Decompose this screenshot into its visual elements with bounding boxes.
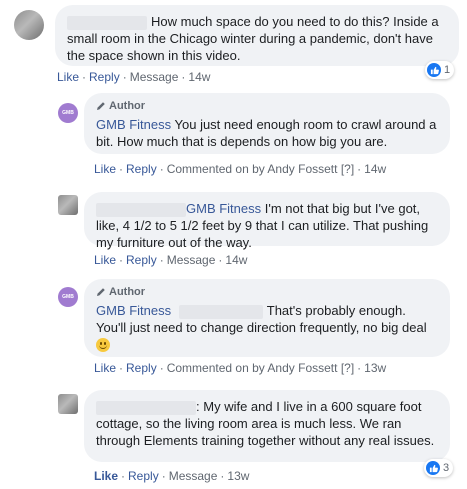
reply-button[interactable]: Reply xyxy=(128,469,159,483)
redacted-name xyxy=(96,202,186,217)
comment-actions: Like · Reply · Message · 13w xyxy=(94,469,250,483)
comment-actions: Like · Reply · Message · 14w xyxy=(94,253,248,267)
reaction-count[interactable]: 1 xyxy=(425,61,455,79)
reply-button[interactable]: Reply xyxy=(126,162,157,176)
thumbs-up-icon xyxy=(427,63,441,77)
redacted-name xyxy=(96,400,196,415)
avatar[interactable]: GMB xyxy=(58,287,78,307)
comment-actions: Like · Reply · Commented on by Andy Fossett … xyxy=(94,361,387,375)
message-link[interactable]: Message xyxy=(130,70,179,84)
timestamp[interactable]: 13w xyxy=(227,469,249,483)
avatar-text: GMB xyxy=(62,110,74,116)
timestamp[interactable]: 13w xyxy=(364,361,386,375)
comment-bubble: GMB Fitness I'm not that big but I've go… xyxy=(84,192,450,250)
comment-text-prefix: : xyxy=(196,399,200,414)
avatar[interactable]: GMB xyxy=(58,103,78,123)
comment-actions: Like · Reply · Message · 14w xyxy=(57,70,211,84)
reply-button[interactable]: Reply xyxy=(126,361,157,375)
author-badge: Author xyxy=(96,285,438,299)
like-button[interactable]: Like xyxy=(57,70,79,84)
avatar[interactable] xyxy=(58,195,78,215)
avatar[interactable] xyxy=(14,10,44,40)
like-button[interactable]: Like xyxy=(94,253,116,267)
reaction-number: 3 xyxy=(443,462,450,474)
author-name[interactable]: GMB Fitness xyxy=(96,117,171,132)
comment-bubble: Author GMB Fitness You just need enough … xyxy=(84,93,450,154)
mention-link[interactable]: GMB Fitness xyxy=(186,201,261,216)
comment-bubble: Author GMB Fitness That's probably enoug… xyxy=(84,279,450,357)
like-button[interactable]: Like xyxy=(94,469,118,483)
pencil-icon xyxy=(97,288,105,296)
timestamp[interactable]: 14w xyxy=(225,253,247,267)
comment-bubble: : My wife and I live in a 600 square foo… xyxy=(84,390,450,462)
pencil-icon xyxy=(97,102,105,110)
help-link[interactable]: [?] xyxy=(341,162,354,176)
author-name[interactable]: GMB Fitness xyxy=(96,303,171,318)
like-button[interactable]: Like xyxy=(94,162,116,176)
author-tag-label: Author xyxy=(109,286,146,298)
thumbs-up-icon xyxy=(426,461,440,475)
smile-emoji-icon xyxy=(96,338,110,352)
redacted-name xyxy=(178,304,263,319)
author-badge: Author xyxy=(96,99,438,113)
comment-bubble: How much space do you need to do this? I… xyxy=(55,5,459,66)
reply-button[interactable]: Reply xyxy=(126,253,157,267)
timestamp[interactable]: 14w xyxy=(364,162,386,176)
commented-by[interactable]: Commented on by Andy Fossett xyxy=(167,361,338,375)
reaction-number: 1 xyxy=(444,64,451,76)
message-link[interactable]: Message xyxy=(169,469,218,483)
reaction-count[interactable]: 3 xyxy=(424,459,454,477)
help-link[interactable]: [?] xyxy=(341,361,354,375)
timestamp[interactable]: 14w xyxy=(188,70,210,84)
message-link[interactable]: Message xyxy=(167,253,216,267)
comment-actions: Like · Reply · Commented on by Andy Fossett … xyxy=(94,162,387,176)
reply-button[interactable]: Reply xyxy=(89,70,120,84)
commented-by[interactable]: Commented on by Andy Fossett xyxy=(167,162,338,176)
redacted-name xyxy=(67,15,147,30)
like-button[interactable]: Like xyxy=(94,361,116,375)
avatar[interactable] xyxy=(58,394,78,414)
author-tag-label: Author xyxy=(109,100,146,112)
avatar-text: GMB xyxy=(62,294,74,300)
